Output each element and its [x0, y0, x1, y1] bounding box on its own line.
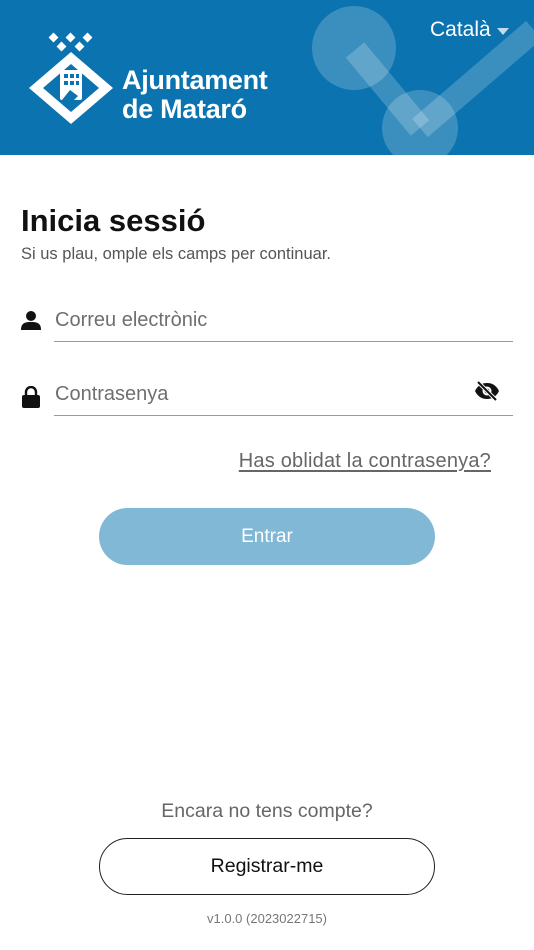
email-field-group	[21, 300, 513, 344]
password-input[interactable]	[54, 374, 513, 416]
chevron-down-icon	[496, 27, 509, 35]
language-selector[interactable]: Català	[430, 18, 509, 42]
lock-icon	[22, 386, 40, 408]
app-version: v1.0.0 (2023022715)	[207, 911, 327, 926]
user-icon	[21, 311, 41, 330]
brand-line-1: Ajuntament	[122, 65, 268, 95]
language-label: Català	[430, 18, 491, 41]
brand-line-2: de Mataró	[122, 94, 247, 124]
forgot-password-link[interactable]: Has oblidat la contrasenya?	[239, 450, 491, 473]
ajuntament-logo-icon	[29, 32, 113, 124]
register-button[interactable]: Registrar-me	[99, 838, 435, 895]
login-button[interactable]: Entrar	[99, 508, 435, 565]
password-field-group	[21, 374, 513, 418]
page-title: Inicia sessió	[21, 203, 206, 238]
app-header: Ajuntament de Mataró Català	[0, 0, 534, 155]
eye-off-icon[interactable]	[474, 380, 500, 402]
page-subtitle: Si us plau, omple els camps per continua…	[21, 245, 331, 263]
no-account-text: Encara no tens compte?	[161, 800, 373, 822]
email-input[interactable]	[54, 300, 513, 342]
brand-name: Ajuntament de Mataró	[122, 66, 268, 124]
